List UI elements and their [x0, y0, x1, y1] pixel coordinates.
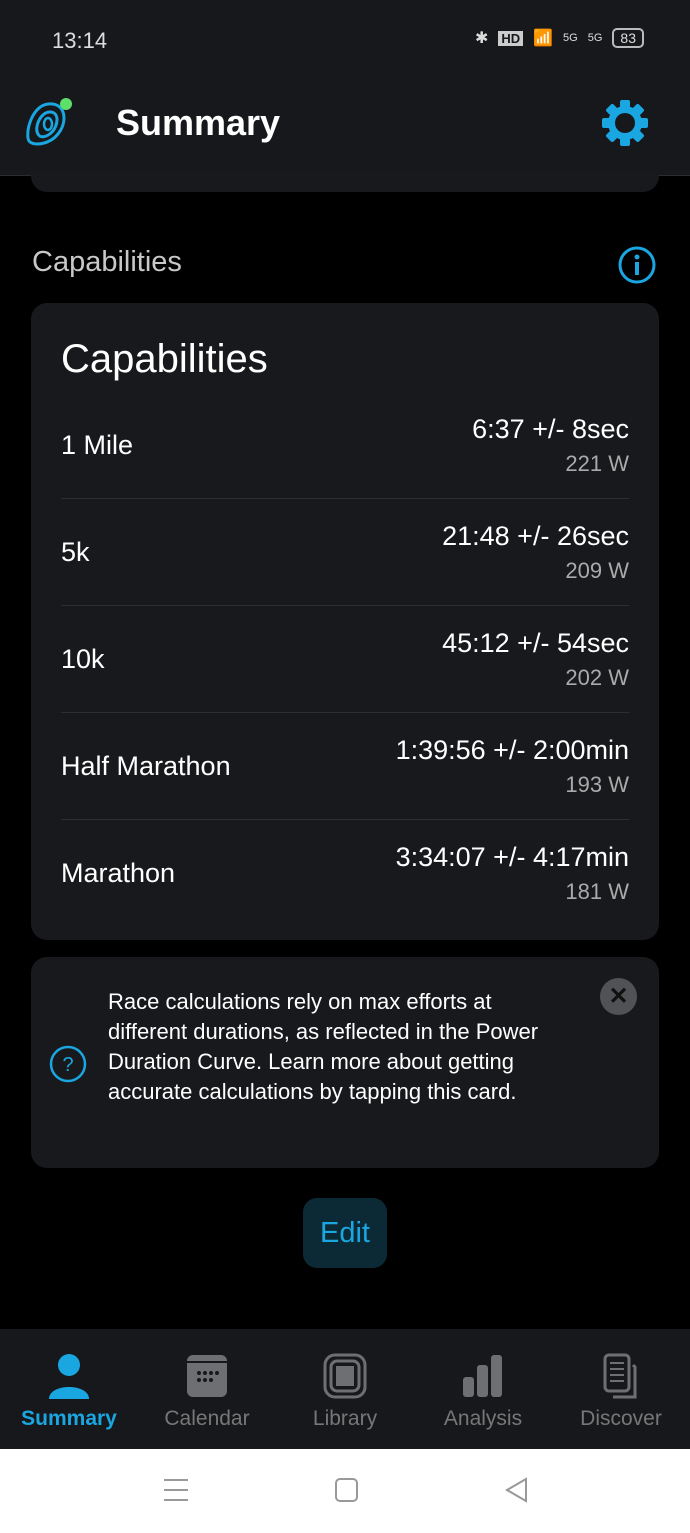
distance-label: Marathon: [61, 858, 176, 888]
nav-tab-summary[interactable]: Summary: [0, 1329, 138, 1449]
edit-button[interactable]: Edit: [303, 1198, 387, 1268]
predicted-time: 3:34:07 +/- 4:17min: [395, 842, 629, 872]
capability-row: Half Marathon 1:39:56 +/- 2:00min 193 W: [61, 713, 629, 820]
predicted-power: 221 W: [565, 450, 629, 476]
bar-chart-icon: [414, 1353, 552, 1399]
person-icon: [0, 1353, 138, 1399]
predicted-power: 193 W: [565, 771, 629, 797]
nav-tab-analysis[interactable]: Analysis: [414, 1329, 552, 1449]
distance-label: 1 Mile: [61, 429, 134, 460]
close-button[interactable]: ✕: [600, 978, 637, 1015]
calendar-icon: [138, 1353, 276, 1399]
distance-label: Half Marathon: [61, 750, 231, 781]
clock: 13:14: [52, 28, 108, 53]
predicted-time: 6:37 +/- 8sec: [472, 413, 629, 444]
question-icon: ?: [49, 1045, 87, 1083]
predicted-power: 202 W: [565, 664, 629, 690]
page-title: Summary: [116, 102, 281, 143]
system-nav-bar: [0, 1449, 690, 1533]
nav-tab-label: Summary: [21, 1407, 117, 1430]
nav-tab-library[interactable]: Library: [276, 1329, 414, 1449]
predicted-power: 209 W: [565, 557, 629, 583]
home-icon[interactable]: [334, 1477, 360, 1503]
status-bar: 13:14 ✱ HD 📶 5G 5G 83: [0, 0, 690, 80]
capabilities-card: Capabilities 1 Mile 6:37 +/- 8sec 221 W …: [31, 303, 659, 940]
recent-apps-icon[interactable]: [163, 1477, 189, 1503]
back-icon[interactable]: [504, 1477, 530, 1503]
tip-text: Race calculations rely on max efforts at…: [108, 989, 539, 1104]
predicted-time: 21:48 +/- 26sec: [442, 520, 629, 551]
nav-tab-label: Discover: [580, 1407, 662, 1430]
distance-label: 10k: [61, 643, 105, 674]
card-title: Capabilities: [61, 337, 268, 381]
capability-row: 5k 21:48 +/- 26sec 209 W: [61, 499, 629, 606]
settings-gear-icon[interactable]: [602, 100, 648, 146]
info-icon[interactable]: [618, 246, 656, 284]
capability-row: 1 Mile 6:37 +/- 8sec 221 W: [61, 392, 629, 499]
app-logo-icon: [26, 98, 72, 146]
svg-text:?: ?: [62, 1054, 73, 1076]
app-header: Summary: [0, 80, 690, 176]
nav-tab-calendar[interactable]: Calendar: [138, 1329, 276, 1449]
nav-tab-discover[interactable]: Discover: [552, 1329, 690, 1449]
predicted-power: 181 W: [565, 879, 629, 904]
bluetooth-icon: ✱: [474, 30, 489, 47]
signal-icon: 5G: [563, 32, 578, 44]
predicted-time: 45:12 +/- 54sec: [442, 627, 629, 658]
battery-icon: 83: [612, 28, 644, 48]
wifi-icon: 📶: [533, 30, 554, 47]
capability-row: 10k 45:12 +/- 54sec 202 W: [61, 606, 629, 713]
signal-icon-2: 5G: [587, 32, 603, 44]
nav-tab-label: Calendar: [164, 1407, 250, 1430]
info-tip-card[interactable]: ? Race calculations rely on max efforts …: [31, 957, 659, 1168]
bottom-nav: Summary Calendar Library Analysis Discover: [0, 1329, 690, 1449]
distance-label: 5k: [61, 536, 90, 567]
capability-row: Marathon 3:34:07 +/- 4:17min 181 W: [61, 820, 629, 927]
hd-icon: HD: [498, 30, 524, 46]
previous-card: [31, 170, 659, 192]
nav-tab-label: Library: [312, 1407, 378, 1430]
predicted-time: 1:39:56 +/- 2:00min: [395, 734, 629, 765]
library-icon: [276, 1353, 414, 1399]
nav-tab-label: Analysis: [443, 1407, 523, 1430]
documents-icon: [552, 1353, 690, 1399]
section-title: Capabilities: [32, 246, 182, 278]
